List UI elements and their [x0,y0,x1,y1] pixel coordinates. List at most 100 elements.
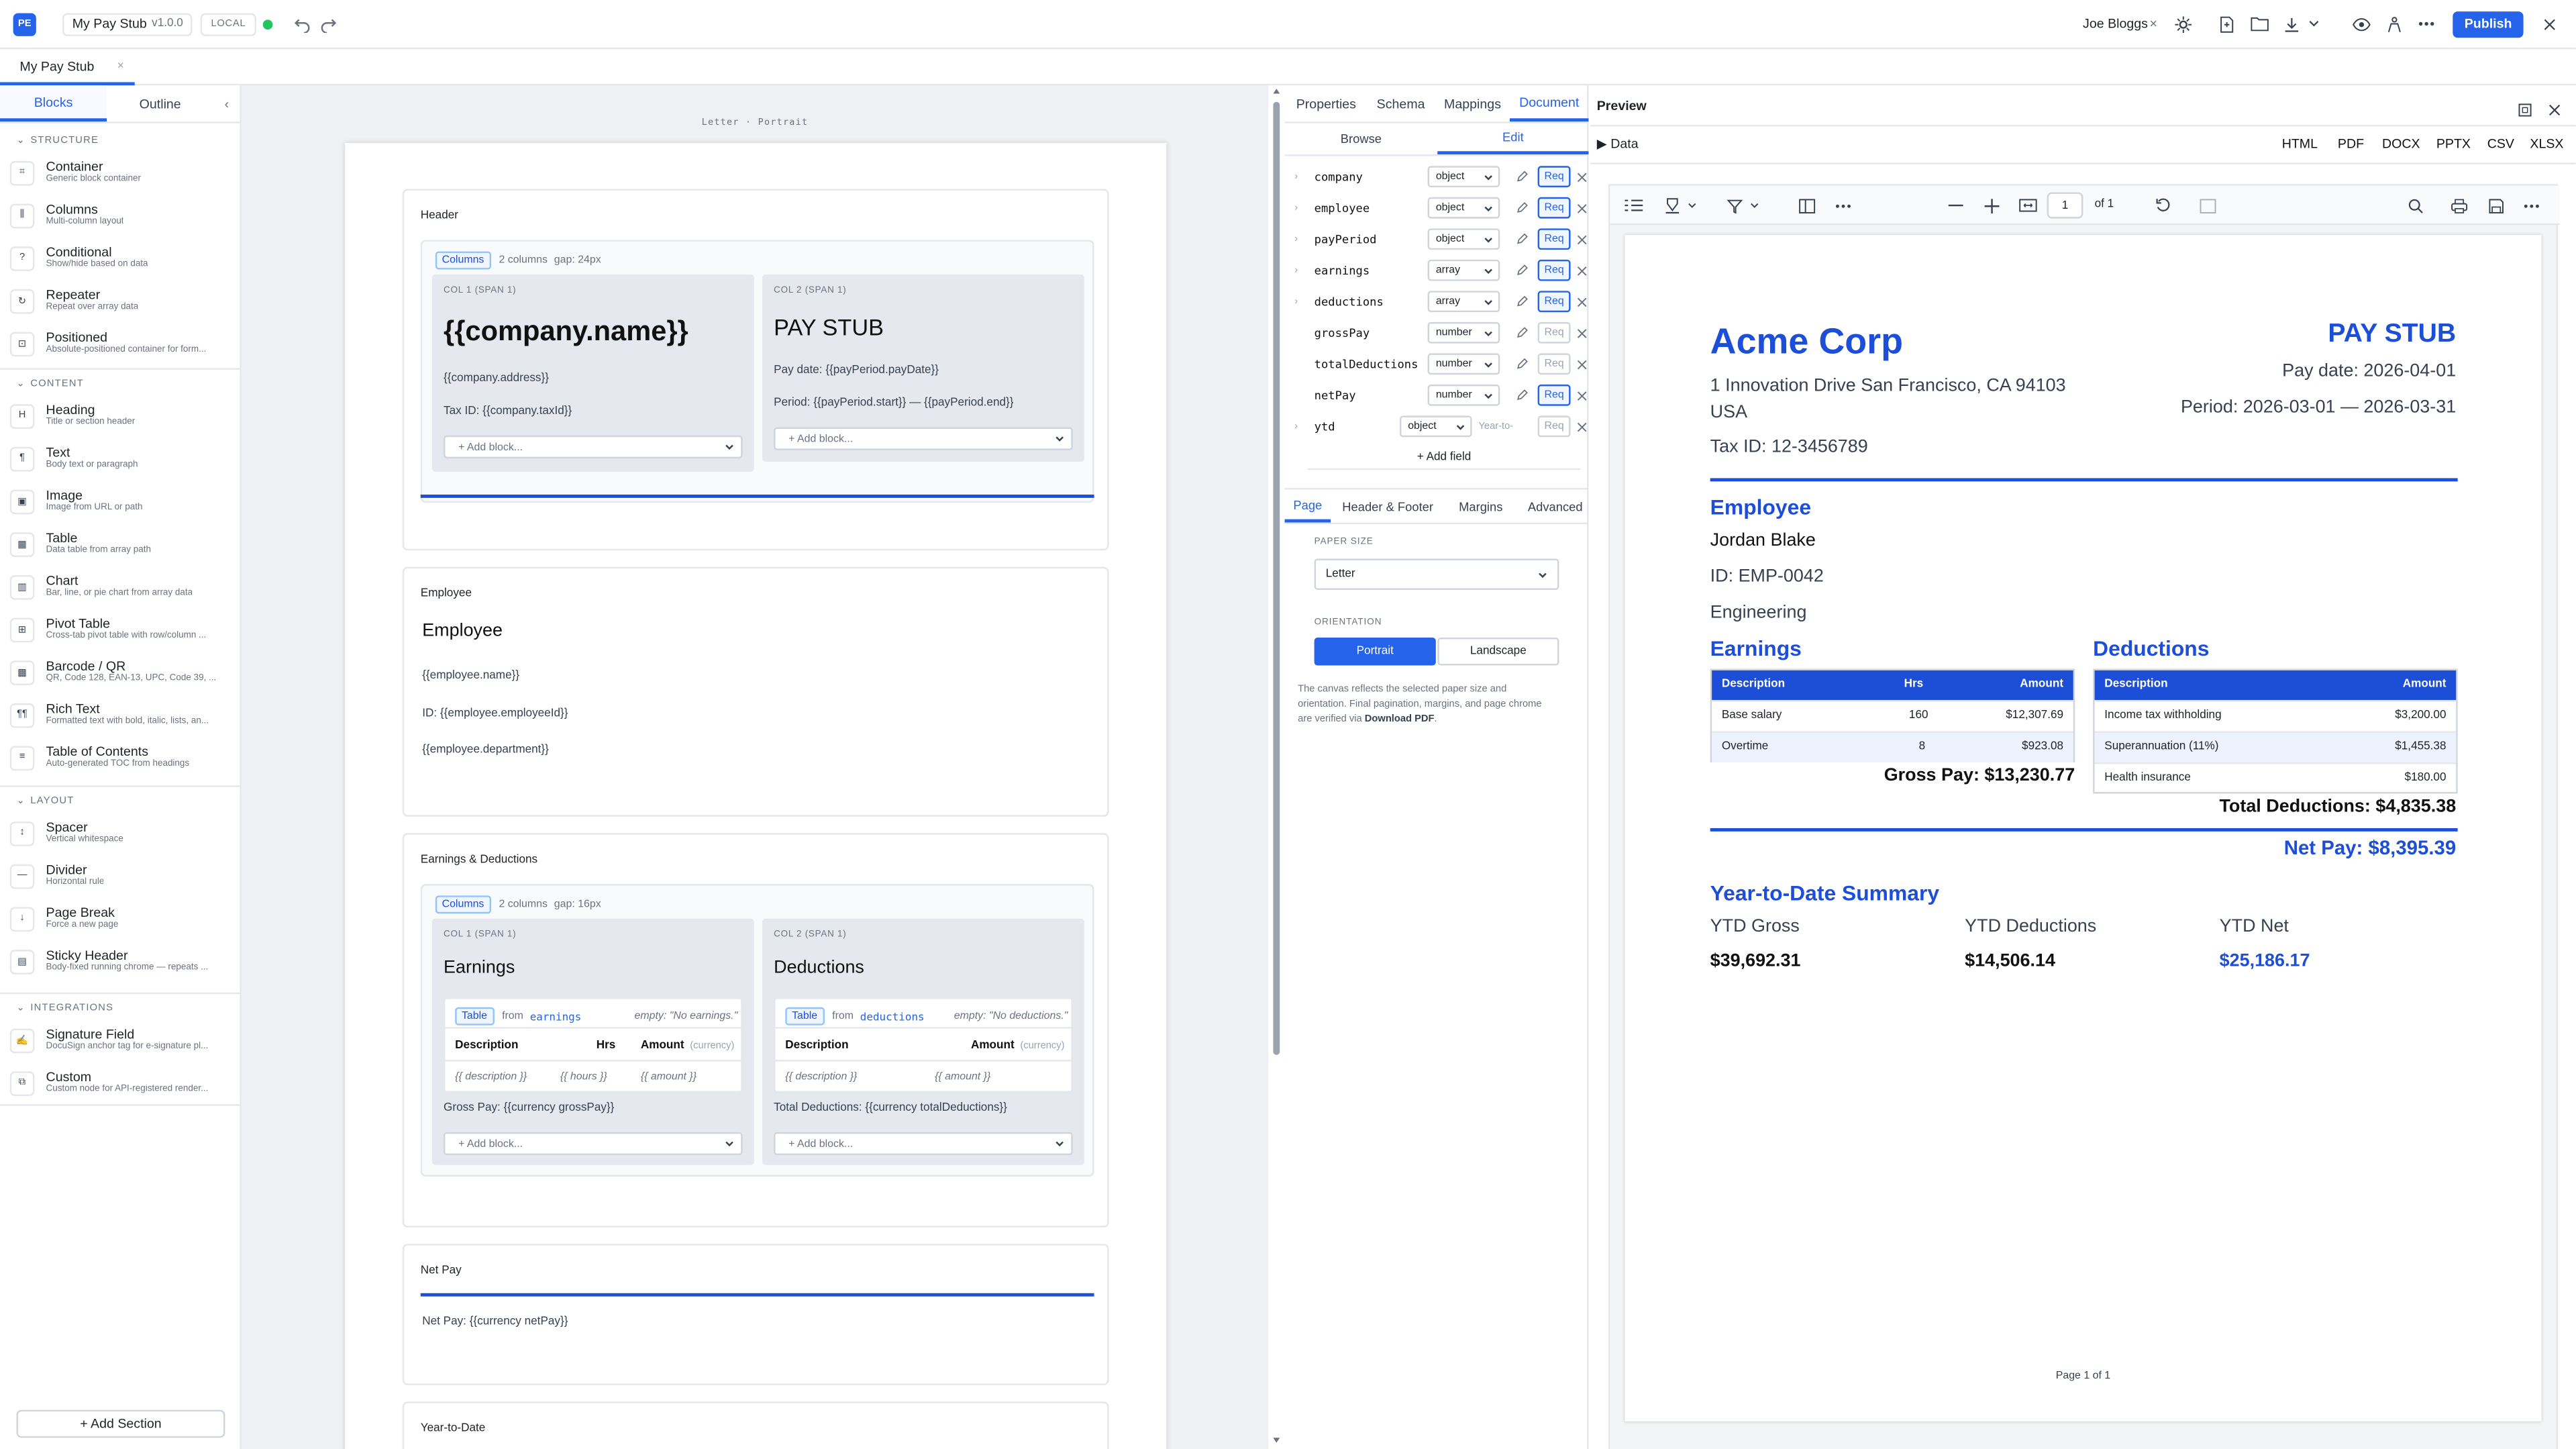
schema-field-earnings[interactable]: › earnings array Req [1294,254,1587,286]
group-header[interactable]: ⌄ INTEGRATIONS [16,1002,113,1014]
schema-field-totalDeductions[interactable]: totalDeductions number Req [1294,348,1587,380]
save-icon[interactable] [2482,192,2508,218]
undo-icon[interactable] [289,11,315,37]
group-header[interactable]: ⌄ CONTENT [16,378,83,390]
new-file-icon[interactable] [2213,11,2239,37]
block-signature-field[interactable]: ✍ Signature Field DocuSign anchor tag for … [0,1019,240,1062]
field-type-select[interactable]: number [1427,321,1500,344]
delete-icon[interactable] [1577,297,1587,307]
print-icon[interactable] [2446,192,2473,218]
block-spacer[interactable]: ↕ Spacer Vertical whitespace [0,811,240,854]
schema-field-netPay[interactable]: netPay number Req [1294,380,1587,411]
net-pay-text[interactable]: Net Pay: {{currency netPay}} [422,1316,568,1328]
export-pdf-button[interactable]: PDF [2338,136,2364,151]
schema-field-grossPay[interactable]: grossPay number Req [1294,317,1587,349]
company-address-text[interactable]: {{company.address}} [444,373,549,385]
zoom-out-icon[interactable] [1942,192,1968,218]
block-rich-text[interactable]: ¶¶ Rich Text Formatted text with bold, ita… [0,693,240,736]
pencil-icon[interactable] [1516,233,1528,245]
employee-id-text[interactable]: ID: {{employee.employeeId}} [422,708,568,719]
schema-field-company[interactable]: › company object Req [1294,161,1587,193]
subtab-edit[interactable]: Edit [1437,121,1589,155]
add-section-button[interactable]: + Add Section [16,1409,225,1438]
section-header[interactable]: Header Columns 2 columns gap: 24px COL 1… [402,189,1109,551]
required-toggle[interactable]: Req [1537,291,1571,313]
expand-chevron-icon[interactable]: › [1294,265,1298,275]
tab-schema[interactable]: Schema [1377,85,1425,121]
period-text[interactable]: Period: {{payPeriod.start}} — {{payPerio… [774,397,1013,409]
block-heading[interactable]: H Heading Title or section header [0,395,240,438]
block-custom[interactable]: ⧉ Custom Custom node for API-registered re… [0,1062,240,1105]
close-window-icon[interactable] [2536,11,2563,37]
tab-document[interactable]: Document [1509,85,1589,122]
pencil-icon[interactable] [1516,358,1528,370]
expand-chevron-icon[interactable]: › [1294,172,1298,182]
user-clear-icon[interactable]: × [2149,16,2157,31]
expand-chevron-icon[interactable]: › [1294,297,1298,307]
design-canvas[interactable]: Letter · Portrait Header Columns 2 colum… [241,85,1269,1449]
add-block-select[interactable]: + Add block... [774,1132,1073,1156]
add-field-button[interactable]: + Add field [1307,445,1581,470]
delete-icon[interactable] [1577,203,1587,213]
tab-advanced[interactable]: Advanced [1528,490,1583,523]
publish-button[interactable]: Publish [2453,10,2524,38]
schema-field-payPeriod[interactable]: › payPeriod object Req [1294,223,1587,255]
required-toggle[interactable]: Req [1537,321,1571,344]
block-repeater[interactable]: ↻ Repeater Repeat over array data [0,279,240,322]
block-sticky-header[interactable]: ▤ Sticky Header Body-fixed running chrome … [0,940,240,983]
maximize-icon[interactable] [2512,97,2538,123]
section-net-pay[interactable]: Net Pay Net Pay: {{currency netPay}} [402,1244,1109,1385]
subtab-browse[interactable]: Browse [1285,121,1438,154]
download-pdf-link[interactable]: Download PDF [1365,715,1435,725]
export-html-button[interactable]: HTML [2282,136,2318,151]
outline-list-icon[interactable] [1620,192,1646,218]
block-conditional[interactable]: ? Conditional Show/hide based on data [0,237,240,280]
chevron-down-icon[interactable] [1686,192,1699,218]
pencil-icon[interactable] [1516,295,1528,307]
deductions-heading[interactable]: Deductions [774,958,864,977]
add-block-select[interactable]: + Add block... [774,427,1073,450]
tab-margins[interactable]: Margins [1459,490,1502,523]
add-block-select[interactable]: + Add block... [444,435,743,459]
scrollbar-thumb[interactable] [1273,101,1280,1055]
tab-my-pay-stub[interactable]: My Pay Stub × [0,49,135,86]
block-pivot-table[interactable]: ⊞ Pivot Table Cross-tab pivot table with r… [0,608,240,651]
user-name[interactable]: Joe Bloggs [2083,16,2148,31]
document-title-pill[interactable]: My Pay Stub v1.0.0 [62,12,193,36]
tab-header-footer[interactable]: Header & Footer [1342,490,1433,523]
earnings-heading[interactable]: Earnings [444,958,515,977]
download-icon[interactable] [2279,11,2305,37]
page-view-icon[interactable] [1794,192,1820,218]
tab-mappings[interactable]: Mappings [1444,85,1501,121]
more-options-icon[interactable] [2518,192,2544,218]
schema-field-employee[interactable]: › employee object Req [1294,192,1587,223]
field-type-select[interactable]: array [1427,259,1500,281]
delete-icon[interactable] [1577,359,1587,369]
employee-department-text[interactable]: {{employee.department}} [422,744,549,756]
delete-icon[interactable] [1577,421,1587,432]
block-barcode-qr[interactable]: ▩ Barcode / QR QR, Code 128, EAN-13, UPC, … [0,651,240,694]
total-deductions-text[interactable]: Total Deductions: {{currency totalDeduct… [774,1103,1007,1114]
pencil-icon[interactable] [1516,389,1528,401]
pdf-viewer[interactable]: 1 of 1 Acme Corp 1 Innovation Drive San … [1608,184,2560,1449]
employee-name-text[interactable]: {{employee.name}} [422,670,519,682]
tab-page[interactable]: Page [1284,490,1331,523]
column-2[interactable]: COL 2 (SPAN 1) PAY STUB Pay date: {{payP… [762,274,1084,462]
search-icon[interactable] [2402,192,2428,218]
more-tools-icon[interactable] [1830,192,1856,218]
rotate-icon[interactable] [2151,192,2177,218]
column-2[interactable]: COL 2 (SPAN 1) Deductions Table from ded… [762,918,1084,1165]
open-folder-icon[interactable] [2246,11,2272,37]
column-1[interactable]: COL 1 (SPAN 1) {{company.name}} {{compan… [431,274,754,472]
expand-chevron-icon[interactable]: › [1294,421,1298,432]
group-header[interactable]: ⌄ LAYOUT [16,795,74,807]
section-year-to-date[interactable]: Year-to-Date [402,1401,1109,1449]
block-table[interactable]: ▦ Table Data table from array path [0,523,240,566]
required-toggle[interactable]: Req [1537,353,1571,375]
delete-icon[interactable] [1577,390,1587,400]
block-divider[interactable]: — Divider Horizontal rule [0,854,240,897]
more-options-icon[interactable] [2414,11,2440,37]
required-toggle[interactable]: Req [1537,228,1571,250]
expand-chevron-icon[interactable]: › [1294,234,1298,244]
redo-icon[interactable] [315,11,341,37]
